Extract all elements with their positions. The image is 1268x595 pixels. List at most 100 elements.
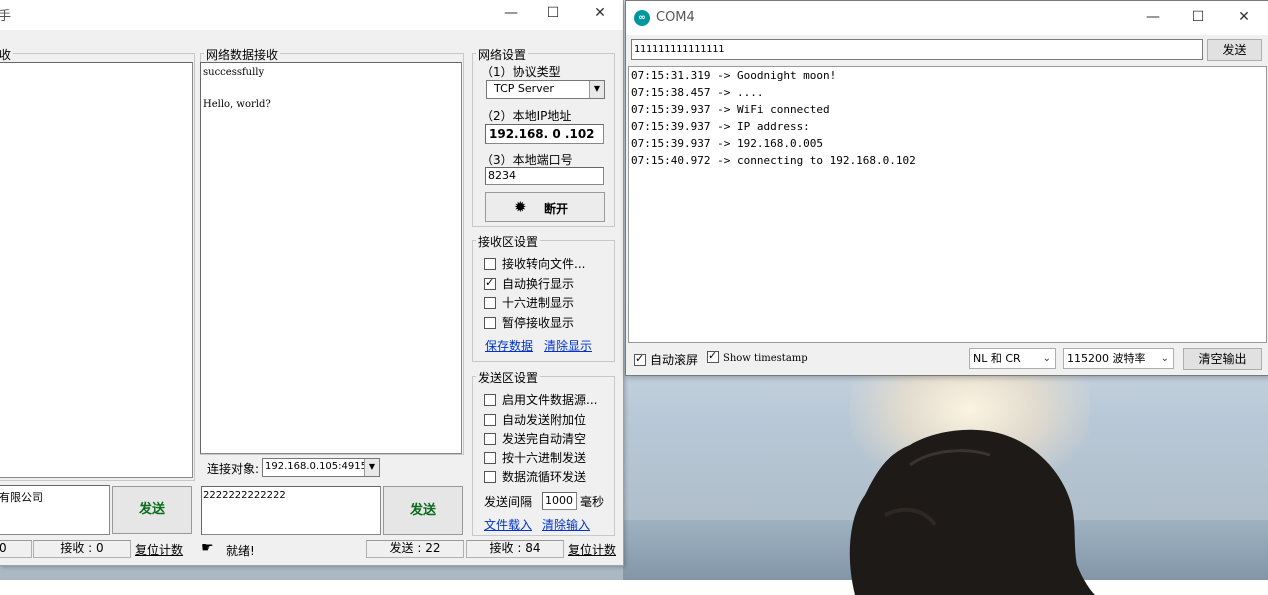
- left-reset-count-button[interactable]: 复位计数: [135, 541, 183, 558]
- port-field[interactable]: 8234: [485, 167, 604, 185]
- autoscroll-toggle[interactable]: 自动滚屏: [634, 351, 698, 367]
- protocol-value: TCP Server: [494, 82, 554, 95]
- serial-input-value: 111111111111111: [634, 44, 725, 55]
- ready-status: 就绪!: [226, 544, 255, 558]
- option-label: 自动发送附加位: [502, 413, 587, 427]
- send-input[interactable]: 2222222222222: [201, 486, 381, 535]
- send-option-file-source[interactable]: 启用文件数据源...: [484, 391, 597, 407]
- status-text: 0: [0, 541, 7, 555]
- ip-value: 192.168. 0 .102: [489, 127, 595, 141]
- clear-output-button[interactable]: 清空输出: [1183, 348, 1262, 370]
- timestamp-toggle[interactable]: Show timestamp: [707, 349, 808, 367]
- receive-line: successfully: [203, 67, 265, 78]
- checkbox[interactable]: [484, 433, 496, 445]
- option-label: 按十六进制发送: [502, 451, 587, 465]
- clear-display-link[interactable]: 清除显示: [544, 337, 592, 354]
- serial-output-line: 07:15:38.457 -> ....: [631, 86, 764, 99]
- connection-target-value: 192.168.0.105:4915: [265, 461, 367, 472]
- baud-rate-value: 115200 波特率: [1067, 352, 1146, 365]
- checkbox-checked[interactable]: [484, 276, 496, 290]
- serial-monitor-window: ∞ COM4 — ☐ ✕ 111111111111111 发送 07:15:31…: [625, 0, 1268, 376]
- baud-rate-select[interactable]: 115200 波特率 ⌄: [1063, 348, 1174, 369]
- connection-target-select[interactable]: 192.168.0.105:4915 ▼: [262, 458, 380, 477]
- save-data-link[interactable]: 保存数据: [485, 337, 533, 354]
- recv-option-pause[interactable]: 暂停接收显示: [484, 314, 574, 330]
- status-left-count: 0: [0, 540, 32, 558]
- maximize-button[interactable]: ☐: [530, 0, 576, 28]
- status-text: 接收 : 0: [60, 541, 104, 555]
- send-option-auto-clear[interactable]: 发送完自动清空: [484, 430, 586, 446]
- serial-bottom-bar: 自动滚屏 Show timestamp NL 和 CR ⌄ 115200 波特率…: [626, 346, 1268, 370]
- disconnect-label: 断开: [544, 202, 569, 216]
- protocol-label: （1）协议类型: [481, 65, 561, 79]
- power-light-icon: ✹: [514, 198, 527, 216]
- disconnect-button[interactable]: ✹ 断开: [485, 192, 605, 222]
- autoscroll-label: 自动滚屏: [650, 353, 699, 367]
- timestamp-label: Show timestamp: [723, 353, 808, 364]
- checkbox[interactable]: [484, 471, 496, 483]
- serial-output-line: 07:15:31.319 -> Goodnight moon!: [631, 69, 837, 82]
- checkbox[interactable]: [484, 452, 496, 464]
- option-label: 启用文件数据源...: [502, 393, 598, 407]
- option-label: 发送完自动清空: [502, 432, 587, 446]
- send-option-hex[interactable]: 按十六进制发送: [484, 449, 586, 465]
- left-send-button[interactable]: 发送: [112, 486, 192, 534]
- status-text: 发送 : 22: [389, 541, 441, 555]
- checkbox[interactable]: [484, 258, 496, 270]
- serial-send-button[interactable]: 发送: [1207, 39, 1262, 61]
- close-button[interactable]: ✕: [1221, 4, 1267, 32]
- status-sent: 发送 : 22: [366, 540, 464, 558]
- serial-titlebar: ∞ COM4 — ☐ ✕: [626, 1, 1268, 35]
- option-label: 暂停接收显示: [502, 316, 575, 330]
- chevron-down-icon: ⌄: [1160, 353, 1169, 364]
- checkbox-checked[interactable]: [634, 352, 646, 366]
- option-label: 自动换行显示: [502, 277, 575, 291]
- chevron-down-icon: ⌄: [1042, 353, 1051, 364]
- checkbox[interactable]: [484, 297, 496, 309]
- ip-address-field[interactable]: 192.168. 0 .102: [485, 124, 604, 144]
- status-recv: 接收 : 84: [466, 540, 564, 558]
- status-bar: 0 接收 : 0 复位计数 ☛ 就绪! 发送 : 22 接收 : 84 复位计数: [0, 540, 623, 559]
- serial-output-line: 07:15:39.937 -> 192.168.0.005: [631, 137, 824, 150]
- status-text: 接收 : 84: [489, 541, 541, 555]
- recv-option-hex[interactable]: 十六进制显示: [484, 294, 574, 310]
- port-value: 8234: [488, 169, 516, 182]
- serial-output-line: 07:15:39.937 -> IP address:: [631, 120, 810, 133]
- recv-settings-legend: 接收区设置: [476, 233, 541, 250]
- left-panel-legend: 收: [0, 46, 14, 63]
- serial-output-line: 07:15:39.937 -> WiFi connected: [631, 103, 830, 116]
- left-receive-area[interactable]: [0, 62, 193, 478]
- line-ending-select[interactable]: NL 和 CR ⌄: [969, 348, 1056, 369]
- checkbox[interactable]: [484, 317, 496, 329]
- option-label: 十六进制显示: [502, 296, 575, 310]
- rock-silhouette: [849, 429, 1095, 595]
- recv-option-auto-wrap[interactable]: 自动换行显示: [484, 275, 574, 291]
- recv-option-to-file[interactable]: 接收转向文件...: [484, 255, 585, 271]
- send-option-append[interactable]: 自动发送附加位: [484, 411, 586, 427]
- serial-window-title: COM4: [656, 10, 695, 25]
- minimize-button[interactable]: —: [1130, 4, 1176, 32]
- load-file-link[interactable]: 文件载入: [484, 516, 532, 533]
- receive-text-area[interactable]: successfully Hello, world?: [200, 62, 462, 454]
- protocol-select[interactable]: TCP Server ▼: [486, 80, 605, 99]
- maximize-button[interactable]: ☐: [1175, 4, 1221, 32]
- serial-output[interactable]: 07:15:31.319 -> Goodnight moon! 07:15:38…: [628, 66, 1267, 343]
- send-button[interactable]: 发送: [383, 486, 463, 535]
- checkbox[interactable]: [484, 414, 496, 426]
- receive-panel-legend: 网络数据接收: [204, 46, 281, 63]
- serial-input[interactable]: 111111111111111: [631, 39, 1203, 60]
- send-interval-field[interactable]: 1000: [542, 492, 577, 510]
- minimize-button[interactable]: —: [488, 0, 534, 28]
- arduino-logo-icon: ∞: [634, 10, 650, 26]
- ip-label: （2）本地IP地址: [481, 109, 572, 123]
- reset-count-button[interactable]: 复位计数: [568, 541, 616, 558]
- close-button[interactable]: ✕: [577, 0, 623, 28]
- send-interval-unit: 毫秒: [580, 495, 605, 509]
- checkbox-checked[interactable]: [707, 349, 719, 363]
- connection-target-label: 连接对象:: [207, 462, 260, 476]
- send-option-loop[interactable]: 数据流循环发送: [484, 468, 586, 484]
- clear-input-link[interactable]: 清除输入: [542, 516, 590, 533]
- left-send-input[interactable]: 有限公司: [0, 485, 110, 535]
- checkbox[interactable]: [484, 394, 496, 406]
- net-window-title: 手: [0, 9, 12, 24]
